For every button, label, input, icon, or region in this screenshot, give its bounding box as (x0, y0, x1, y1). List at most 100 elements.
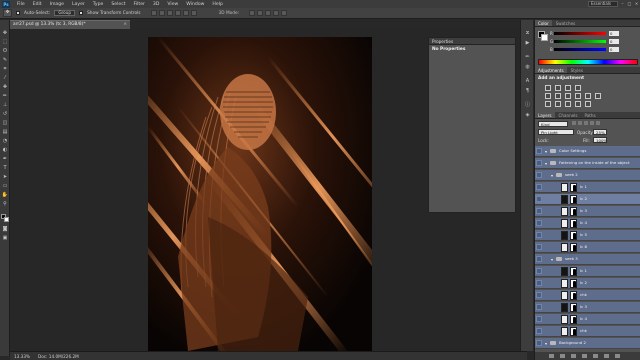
dodge-tool-icon[interactable]: ◐ (1, 147, 9, 154)
3d-slide-icon[interactable] (273, 10, 280, 16)
navigator-panel-icon[interactable]: ◈ (524, 112, 531, 119)
brightness-contrast-icon[interactable] (545, 85, 551, 91)
layer-name[interactable]: chk (580, 292, 587, 297)
type-tool-icon[interactable]: T (1, 165, 9, 172)
close-document-icon[interactable]: × (123, 21, 127, 29)
background-color-swatch[interactable] (541, 34, 548, 41)
layer-name[interactable]: lc 1 (580, 268, 587, 273)
visibility-eye-icon[interactable] (536, 328, 542, 334)
layer-row[interactable]: chk (535, 290, 640, 301)
layer-thumbnail[interactable] (561, 291, 568, 300)
visibility-eye-icon[interactable] (536, 220, 542, 226)
3d-pan-icon[interactable] (265, 10, 272, 16)
menu-image[interactable]: Image (46, 2, 68, 7)
layer-name[interactable]: lc 1 (580, 184, 587, 189)
filter-adjustment-icon[interactable] (578, 121, 582, 125)
layer-row[interactable]: lc 3 (535, 206, 640, 217)
layer-group-row[interactable]: ▾ Background 2 (535, 338, 640, 349)
layer-mask-thumbnail[interactable] (570, 207, 577, 216)
layer-row[interactable]: chk (535, 326, 640, 337)
foreground-background-colors[interactable] (1, 214, 9, 222)
layer-name[interactable]: lc 4 (580, 316, 587, 321)
expand-group-icon[interactable]: ▾ (551, 257, 553, 262)
brush-tool-icon[interactable]: ✏ (1, 93, 9, 100)
filter-type-icon[interactable] (584, 121, 588, 125)
layer-group-row[interactable]: ▾ seek 2 (535, 170, 640, 181)
threshold-icon[interactable] (565, 101, 571, 107)
brush-presets-icon[interactable]: ◍ (524, 64, 531, 71)
align-left-icon[interactable] (174, 10, 181, 16)
layer-mask-thumbnail[interactable] (570, 279, 577, 288)
selective-color-icon[interactable] (585, 101, 591, 107)
add-mask-icon[interactable] (571, 354, 576, 358)
delete-layer-icon[interactable] (615, 354, 620, 358)
tab-channels[interactable]: Channels (556, 112, 581, 118)
menu-window[interactable]: Window (182, 2, 208, 7)
layer-row[interactable]: lc 4 (535, 218, 640, 229)
green-slider[interactable] (554, 40, 606, 43)
crop-tool-icon[interactable]: ⌗ (1, 66, 9, 73)
align-middle-icon[interactable] (158, 10, 165, 16)
layer-row[interactable]: lc 1 (535, 182, 640, 193)
maximize-icon[interactable]: □ (627, 1, 632, 6)
menu-select[interactable]: Select (107, 2, 129, 7)
tab-styles[interactable]: Styles (568, 67, 586, 73)
visibility-eye-icon[interactable] (536, 268, 542, 274)
move-tool-preset-icon[interactable]: ✥ (3, 9, 12, 17)
tab-adjustments[interactable]: Adjustments (535, 67, 567, 73)
quick-mask-icon[interactable]: ◙ (1, 226, 9, 233)
history-panel-icon[interactable]: ⧖ (524, 30, 531, 37)
red-slider[interactable] (554, 32, 606, 35)
layer-row[interactable]: lc 1 (535, 266, 640, 277)
background-color-swatch[interactable] (4, 217, 9, 222)
auto-select-checkbox[interactable] (16, 11, 20, 15)
new-layer-icon[interactable] (604, 354, 609, 358)
history-brush-tool-icon[interactable]: ↺ (1, 111, 9, 118)
expand-group-icon[interactable]: ▾ (551, 173, 553, 178)
layer-thumbnail[interactable] (561, 315, 568, 324)
layer-name[interactable]: chk (580, 328, 587, 333)
expand-group-icon[interactable]: ▾ (545, 341, 547, 346)
layer-thumbnail[interactable] (561, 267, 568, 276)
visibility-eye-icon[interactable] (536, 292, 542, 298)
layer-row[interactable]: lc 2 (535, 194, 640, 205)
eyedropper-tool-icon[interactable]: ⁄ (1, 75, 9, 82)
visibility-eye-icon[interactable] (536, 316, 542, 322)
menu-3d[interactable]: 3D (149, 2, 163, 7)
layer-style-icon[interactable] (560, 354, 565, 358)
blue-value[interactable]: 0 (609, 47, 619, 52)
layer-name[interactable]: lc 6 (580, 244, 587, 249)
layer-name[interactable]: seek 3 (565, 256, 578, 261)
layer-name[interactable]: seek 2 (565, 172, 578, 177)
visibility-eye-icon[interactable] (536, 232, 542, 238)
tab-layers[interactable]: Layers (535, 112, 555, 118)
layer-name[interactable]: Color Settings (559, 148, 586, 153)
pen-tool-icon[interactable]: ✒ (1, 156, 9, 163)
layer-row[interactable]: lc 6 (535, 242, 640, 253)
visibility-eye-icon[interactable] (536, 256, 542, 262)
filter-shape-icon[interactable] (590, 121, 594, 125)
layer-thumbnail[interactable] (561, 183, 568, 192)
layer-name[interactable]: Fattening on the inside of the object (559, 160, 630, 165)
expand-group-icon[interactable]: ▾ (545, 161, 547, 166)
visibility-eye-icon[interactable] (536, 196, 542, 202)
layer-thumbnail[interactable] (561, 279, 568, 288)
minimize-icon[interactable]: – (620, 1, 625, 6)
visibility-eye-icon[interactable] (536, 148, 542, 154)
actions-panel-icon[interactable]: ▶ (524, 40, 531, 47)
3d-scale-icon[interactable] (281, 10, 288, 16)
layer-thumbnail[interactable] (561, 219, 568, 228)
menu-layer[interactable]: Layer (68, 2, 89, 7)
visibility-eye-icon[interactable] (536, 172, 542, 178)
layer-mask-thumbnail[interactable] (570, 303, 577, 312)
visibility-eye-icon[interactable] (536, 160, 542, 166)
blend-mode-select[interactable]: Pin Light (538, 129, 574, 135)
hand-tool-icon[interactable]: ✋ (1, 192, 9, 199)
layer-mask-thumbnail[interactable] (570, 219, 577, 228)
channel-mixer-icon[interactable] (595, 93, 601, 99)
move-tool-icon[interactable]: ✥ (1, 30, 9, 37)
layer-name[interactable]: lc 3 (580, 208, 587, 213)
layer-group-row[interactable]: ▾ Color Settings (535, 146, 640, 157)
shape-tool-icon[interactable]: ▭ (1, 183, 9, 190)
document-tab[interactable]: arr27.psd @ 13.3% (tc 3, RGB/8)* × (10, 20, 130, 29)
